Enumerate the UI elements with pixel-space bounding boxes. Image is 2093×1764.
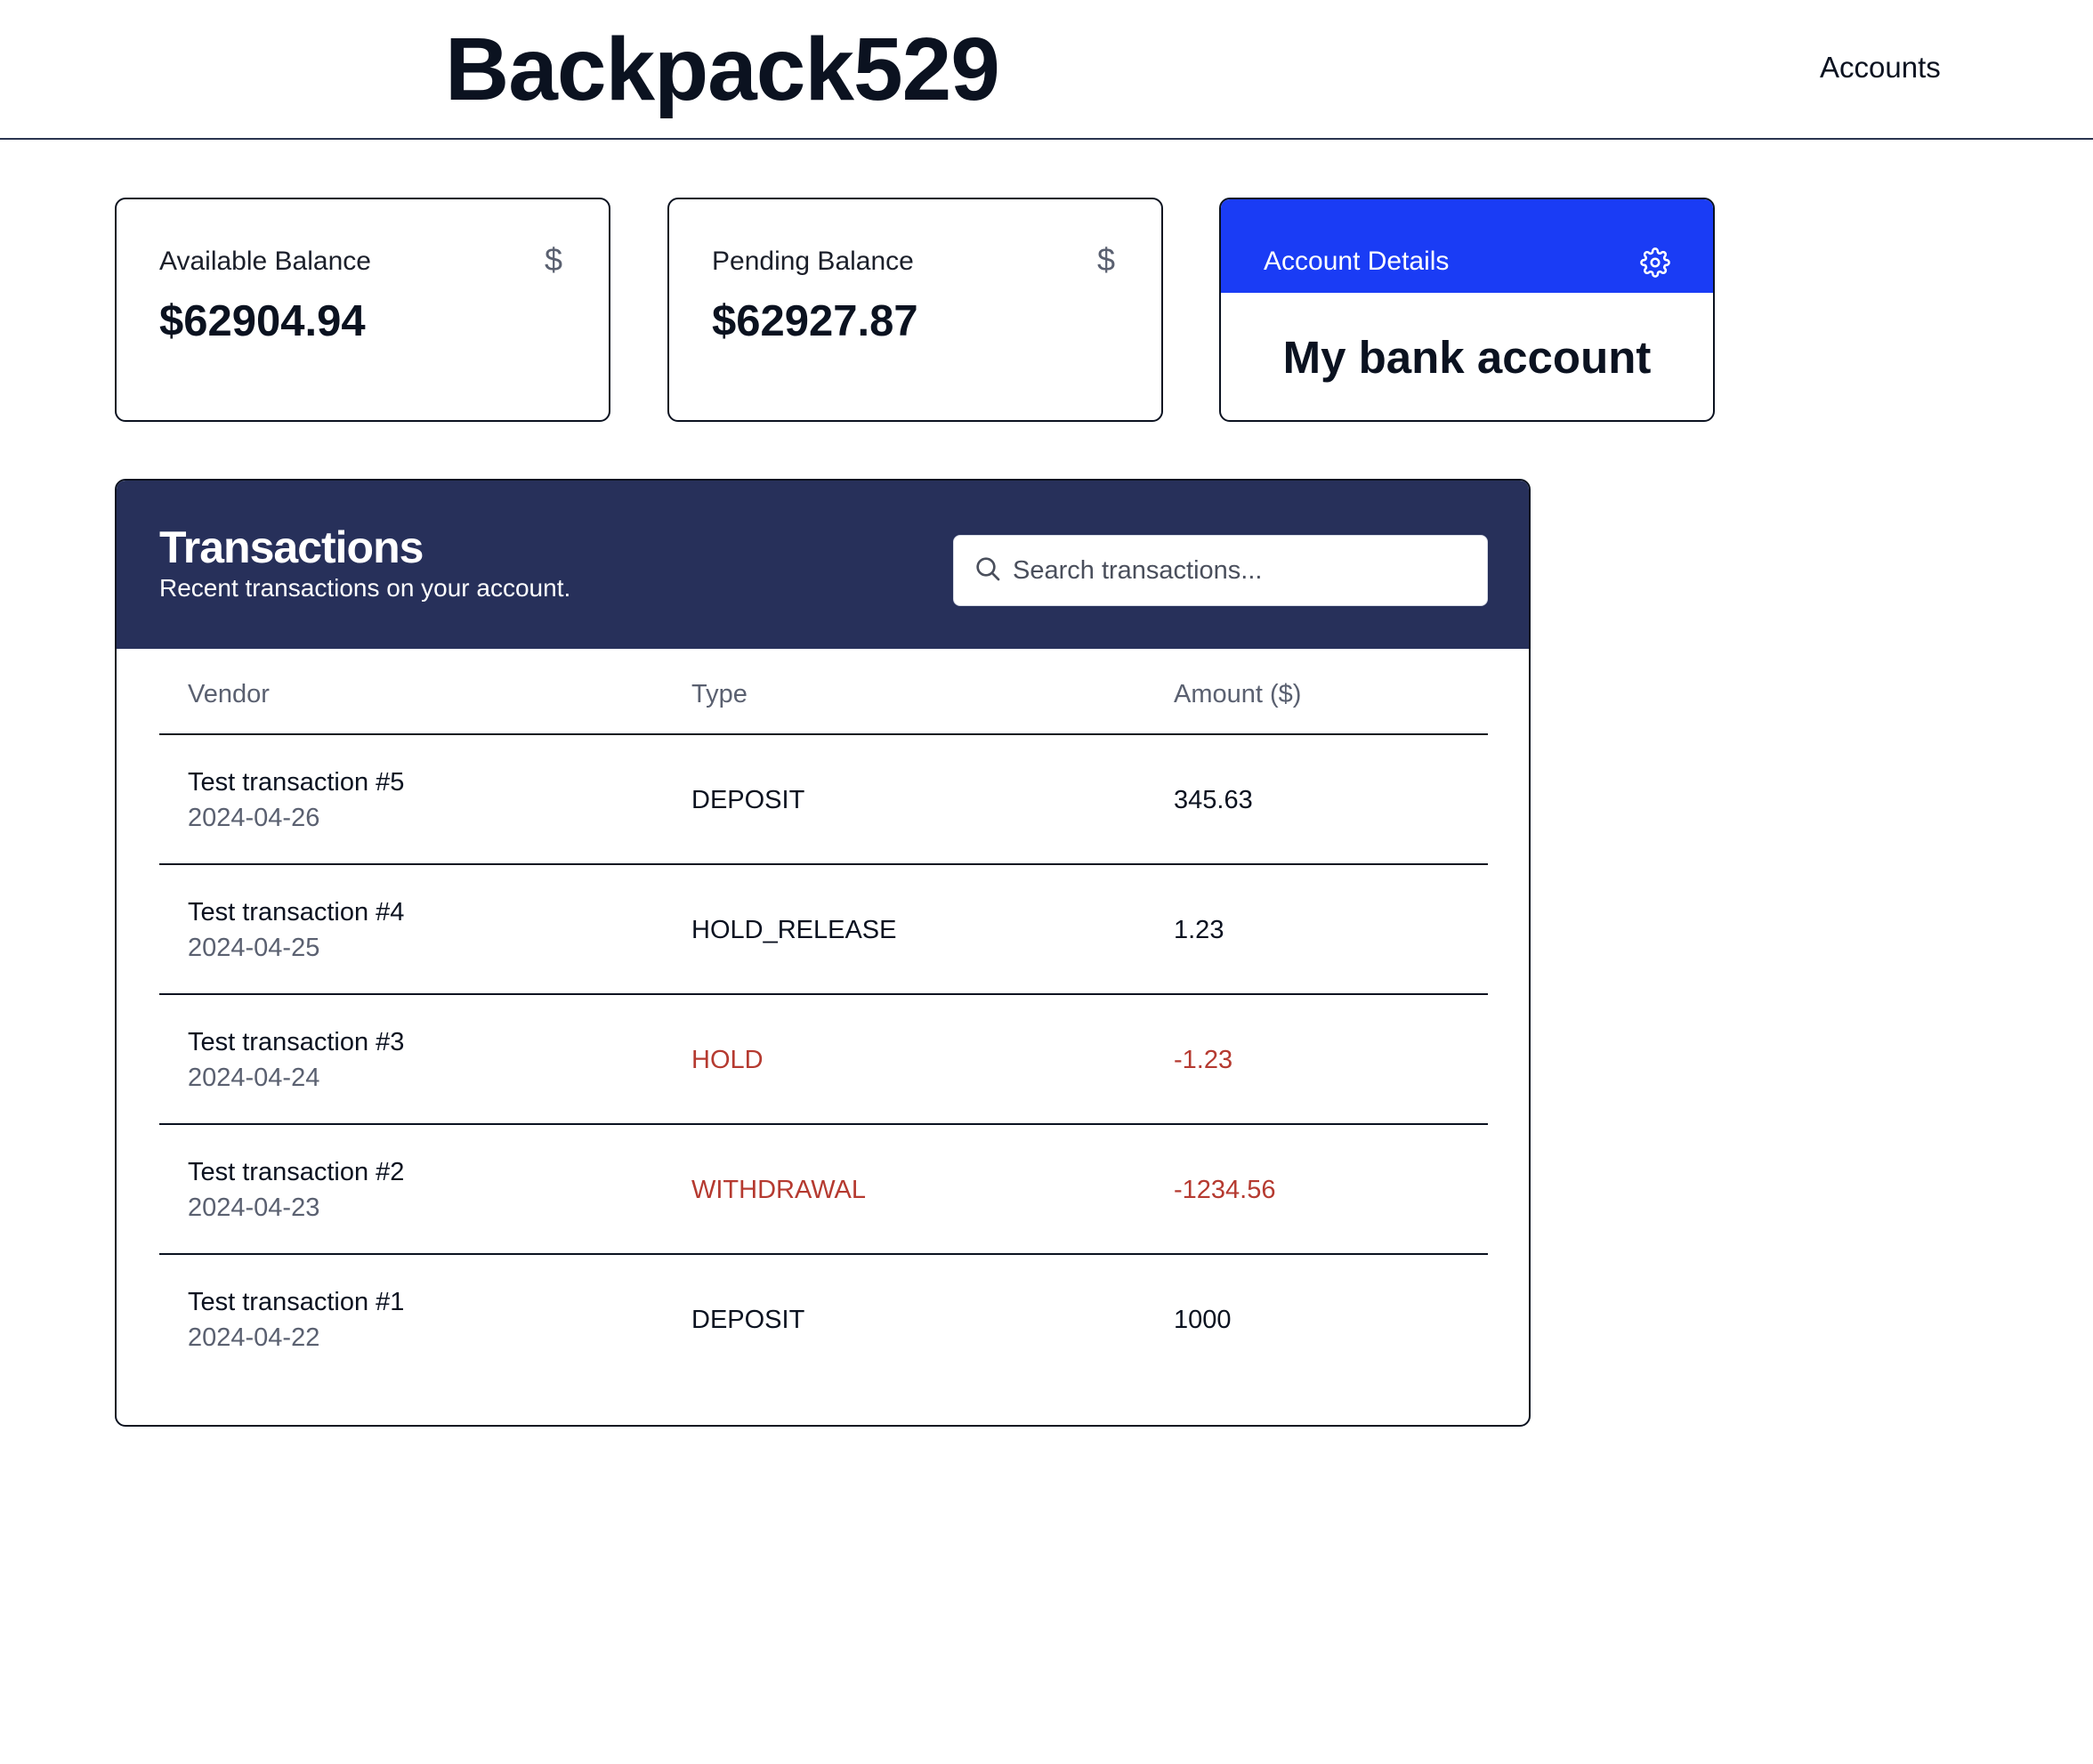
table-row[interactable]: Test transaction #4 2024-04-25 HOLD_RELE…	[159, 865, 1488, 995]
row-vendor: Test transaction #3	[188, 1028, 405, 1056]
transactions-header: Transactions Recent transactions on your…	[117, 481, 1529, 649]
transactions-subtitle: Recent transactions on your account.	[159, 574, 571, 602]
available-balance-label: Available Balance	[159, 247, 371, 276]
account-details-card: Account Details My bank account	[1219, 198, 1715, 422]
row-type: DEPOSIT	[691, 1306, 805, 1334]
top-bar: Backpack529 Accounts	[0, 0, 2093, 140]
row-type: DEPOSIT	[691, 786, 805, 814]
row-amount: 1.23	[1174, 916, 1224, 944]
row-date: 2024-04-26	[188, 804, 320, 832]
row-amount: 1000	[1174, 1306, 1232, 1334]
row-type: WITHDRAWAL	[691, 1176, 867, 1204]
table-header-row: Vendor Type Amount ($)	[159, 649, 1488, 735]
brand-title[interactable]: Backpack529	[445, 16, 1000, 123]
available-balance-value: $62904.94	[159, 297, 366, 345]
gear-icon[interactable]	[1640, 247, 1670, 278]
column-header-type[interactable]: Type	[691, 679, 748, 709]
account-details-label: Account Details	[1264, 247, 1450, 276]
row-type: HOLD_RELEASE	[691, 916, 897, 944]
pending-balance-value: $62927.87	[712, 297, 918, 345]
available-balance-card: Available Balance $ $62904.94	[115, 198, 610, 422]
row-vendor: Test transaction #2	[188, 1158, 405, 1186]
row-date: 2024-04-22	[188, 1323, 320, 1352]
pending-balance-card: Pending Balance $ $62927.87	[667, 198, 1163, 422]
table-row[interactable]: Test transaction #1 2024-04-22 DEPOSIT 1…	[159, 1255, 1488, 1385]
column-header-vendor[interactable]: Vendor	[188, 679, 270, 709]
row-type: HOLD	[691, 1046, 764, 1074]
table-row[interactable]: Test transaction #3 2024-04-24 HOLD -1.2…	[159, 995, 1488, 1125]
row-vendor: Test transaction #4	[188, 898, 405, 927]
transactions-title: Transactions	[159, 522, 424, 572]
row-date: 2024-04-23	[188, 1194, 320, 1222]
transactions-panel: Transactions Recent transactions on your…	[115, 479, 1531, 1427]
pending-balance-label: Pending Balance	[712, 247, 914, 276]
dollar-icon: $	[544, 241, 562, 278]
row-vendor: Test transaction #1	[188, 1288, 405, 1316]
row-date: 2024-04-25	[188, 934, 320, 962]
table-row[interactable]: Test transaction #5 2024-04-26 DEPOSIT 3…	[159, 735, 1488, 865]
dollar-icon: $	[1096, 241, 1115, 278]
row-amount: -1234.56	[1174, 1176, 1276, 1204]
row-date: 2024-04-24	[188, 1064, 320, 1092]
search-box[interactable]	[953, 535, 1488, 606]
search-input[interactable]	[1013, 536, 1475, 605]
table-row[interactable]: Test transaction #2 2024-04-23 WITHDRAWA…	[159, 1125, 1488, 1255]
search-icon	[976, 557, 1000, 581]
account-name: My bank account	[1282, 332, 1652, 383]
column-header-amount[interactable]: Amount ($)	[1174, 679, 1301, 709]
row-amount: 345.63	[1174, 786, 1253, 814]
row-amount: -1.23	[1174, 1046, 1233, 1074]
account-details-header: Account Details	[1221, 199, 1713, 293]
transactions-table: Vendor Type Amount ($) Test transaction …	[159, 649, 1488, 1385]
row-vendor: Test transaction #5	[188, 768, 405, 797]
nav-accounts-link[interactable]: Accounts	[1820, 50, 1941, 85]
